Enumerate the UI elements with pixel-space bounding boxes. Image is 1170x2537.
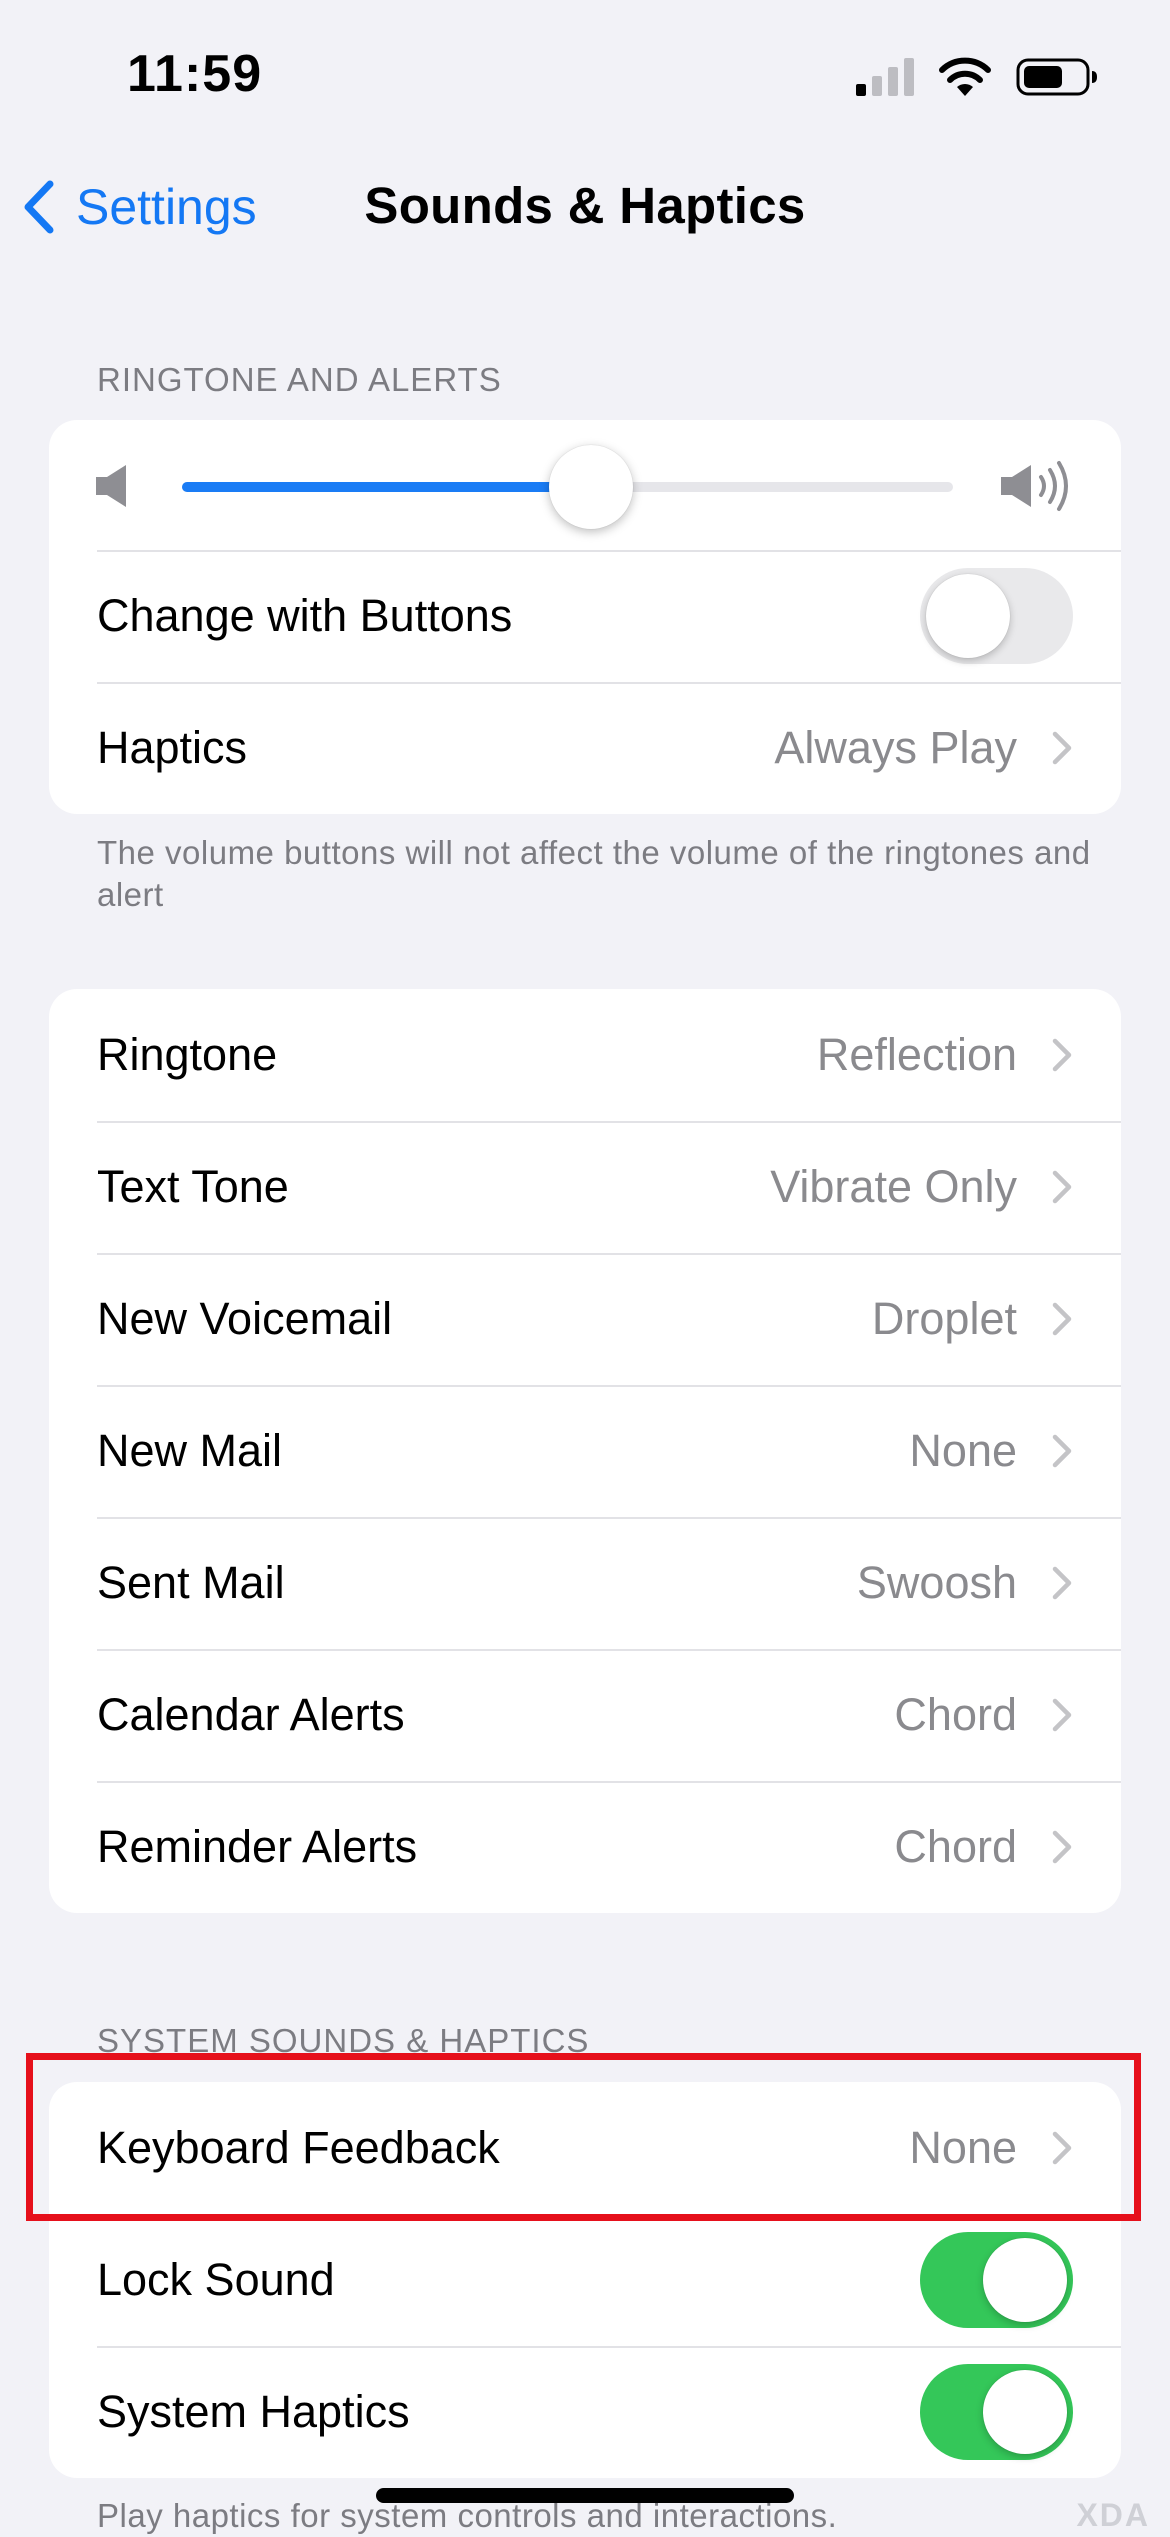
chevron-right-icon: [1052, 1566, 1072, 1600]
volume-slider-thumb[interactable]: [548, 445, 633, 529]
tone-row-new-mail[interactable]: New Mail None: [49, 1385, 1121, 1517]
chevron-right-icon: [1052, 731, 1072, 765]
section-header-ringtone-alerts: RINGTONE AND ALERTS: [97, 361, 502, 398]
chevron-right-icon: [1052, 2131, 1072, 2165]
chevron-right-icon: [1052, 1038, 1072, 1072]
status-time: 11:59: [127, 45, 263, 103]
toggle-knob: [983, 2370, 1067, 2454]
tone-row-calendar-alerts[interactable]: Calendar Alerts Chord: [49, 1649, 1121, 1781]
system-haptics-row: System Haptics: [49, 2346, 1121, 2478]
page-title: Sounds & Haptics: [364, 177, 806, 234]
tone-row-sent-mail[interactable]: Sent Mail Swoosh: [49, 1517, 1121, 1649]
haptics-row[interactable]: Haptics Always Play: [49, 682, 1121, 814]
tone-value: None: [909, 1425, 1017, 1476]
system-haptics-toggle[interactable]: [920, 2364, 1073, 2460]
lock-sound-row: Lock Sound: [49, 2214, 1121, 2346]
lock-sound-toggle[interactable]: [920, 2232, 1073, 2328]
tone-value: Chord: [894, 1689, 1017, 1740]
tone-label: Sent Mail: [97, 1557, 285, 1608]
battery-icon: [1016, 58, 1097, 96]
tone-row-ringtone[interactable]: Ringtone Reflection: [49, 989, 1121, 1121]
chevron-right-icon: [1052, 1830, 1072, 1864]
toggle-knob: [926, 574, 1010, 658]
tone-row-reminder-alerts[interactable]: Reminder Alerts Chord: [49, 1781, 1121, 1913]
wifi-icon: [939, 57, 991, 96]
ringtone-alerts-group: Change with Buttons Haptics Always Play: [49, 420, 1121, 814]
tone-label: Text Tone: [97, 1161, 289, 1212]
toggle-knob: [983, 2238, 1067, 2322]
chevron-right-icon: [1052, 1698, 1072, 1732]
lock-sound-label: Lock Sound: [97, 2254, 335, 2305]
navigation-bar: Settings Sounds & Haptics: [0, 150, 1170, 270]
tone-value: Droplet: [871, 1293, 1017, 1344]
chevron-right-icon: [1052, 1302, 1072, 1336]
keyboard-feedback-value: None: [909, 2122, 1017, 2173]
status-bar: 11:59: [0, 0, 1170, 150]
tone-label: New Mail: [97, 1425, 283, 1476]
section-header-system-sounds: SYSTEM SOUNDS & HAPTICS: [97, 2022, 590, 2059]
tone-value: Vibrate Only: [770, 1161, 1017, 1212]
haptics-label: Haptics: [97, 722, 248, 773]
tones-group: Ringtone Reflection Text Tone Vibrate On…: [49, 989, 1121, 1913]
tone-row-text-tone[interactable]: Text Tone Vibrate Only: [49, 1121, 1121, 1253]
tone-label: Ringtone: [97, 1029, 278, 1080]
tone-value: Reflection: [816, 1029, 1017, 1080]
volume-slider-fill: [182, 482, 591, 492]
change-with-buttons-row: Change with Buttons: [49, 550, 1121, 682]
speaker-low-icon: [96, 465, 126, 507]
keyboard-feedback-row[interactable]: Keyboard Feedback None: [49, 2082, 1121, 2214]
status-icons: [856, 52, 1097, 102]
cellular-signal-icon: [856, 58, 914, 96]
home-indicator[interactable]: [376, 2488, 794, 2503]
speaker-high-icon: [1001, 461, 1068, 511]
tone-label: New Voicemail: [97, 1293, 393, 1344]
change-with-buttons-toggle[interactable]: [920, 568, 1073, 664]
tone-value: Swoosh: [856, 1557, 1017, 1608]
volume-slider[interactable]: [182, 445, 953, 529]
volume-row: [49, 420, 1121, 550]
system-sounds-group: Keyboard Feedback None Lock Sound System…: [49, 2082, 1121, 2478]
ringtone-alerts-footer: The volume buttons will not affect the v…: [97, 834, 1091, 913]
tone-label: Calendar Alerts: [97, 1689, 405, 1740]
chevron-right-icon: [1052, 1434, 1072, 1468]
tone-label: Reminder Alerts: [97, 1821, 418, 1872]
haptics-value: Always Play: [774, 722, 1017, 773]
tone-row-new-voicemail[interactable]: New Voicemail Droplet: [49, 1253, 1121, 1385]
change-with-buttons-label: Change with Buttons: [97, 590, 513, 641]
system-haptics-label: System Haptics: [97, 2386, 410, 2437]
keyboard-feedback-label: Keyboard Feedback: [97, 2122, 500, 2173]
watermark-logo: XDA: [1076, 2497, 1150, 2533]
tone-value: Chord: [894, 1821, 1017, 1872]
chevron-right-icon: [1052, 1170, 1072, 1204]
